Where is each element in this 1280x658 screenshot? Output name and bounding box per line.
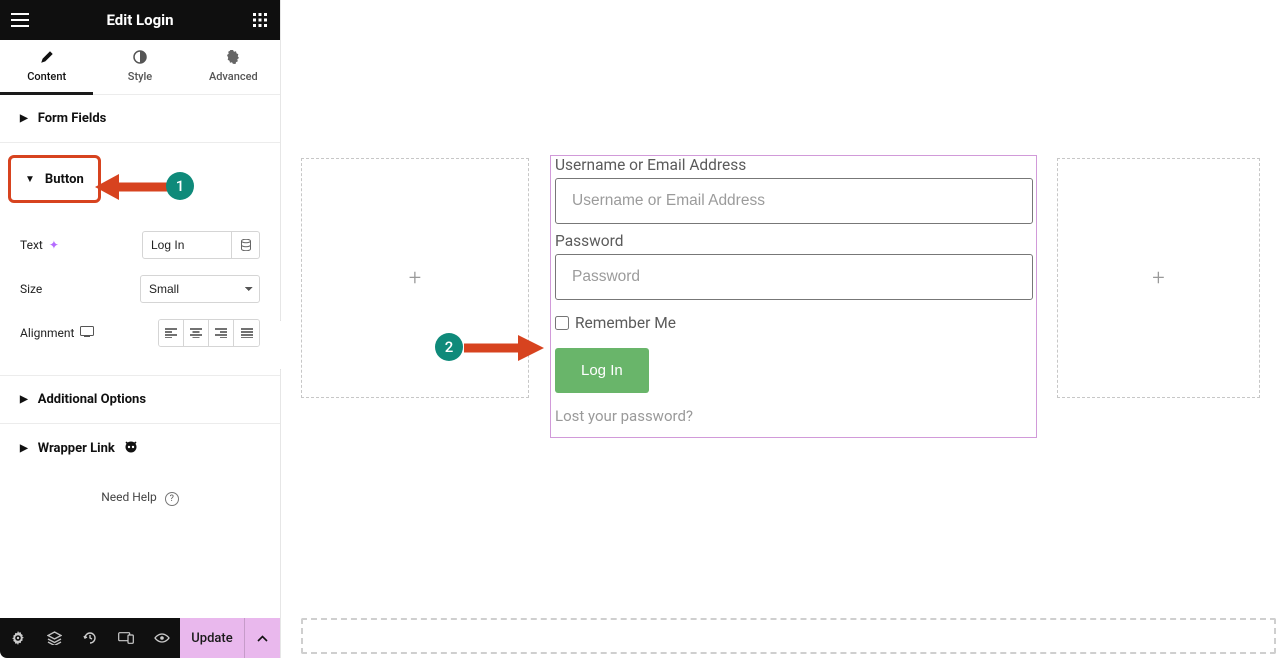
history-button[interactable]: [72, 618, 108, 658]
size-label: Size: [20, 282, 140, 296]
caret-down-icon: ▼: [25, 174, 35, 185]
lost-password-link[interactable]: Lost your password?: [555, 407, 1036, 425]
password-label: Password: [551, 232, 1036, 250]
align-center-button[interactable]: [184, 320, 209, 346]
caret-right-icon: ▶: [20, 443, 28, 454]
annotation-arrow-2: [464, 333, 544, 363]
login-form-widget[interactable]: Username or Email Address Password Remem…: [550, 155, 1037, 438]
align-left-button[interactable]: [159, 320, 184, 346]
section-button[interactable]: ▼ Button: [8, 155, 101, 203]
caret-right-icon: ▶: [20, 394, 28, 405]
menu-icon: [11, 13, 29, 27]
remember-me-checkbox[interactable]: [555, 316, 569, 330]
control-button-alignment: Alignment: [0, 311, 280, 355]
alignment-choices: [158, 319, 260, 347]
chevron-up-icon: [257, 635, 268, 642]
gear-icon: [11, 631, 25, 645]
update-options-button[interactable]: [244, 618, 280, 658]
section-wrapper-link[interactable]: ▶ Wrapper Link: [0, 424, 280, 472]
apps-icon: [253, 13, 267, 27]
layers-icon: [47, 631, 62, 645]
devices-icon: [118, 632, 134, 644]
login-button[interactable]: Log In: [555, 348, 649, 393]
widgets-panel-button[interactable]: [240, 0, 280, 40]
navigator-button[interactable]: [36, 618, 72, 658]
preview-button[interactable]: [144, 618, 180, 658]
plus-icon: [1152, 266, 1164, 291]
section-additional-options[interactable]: ▶ Additional Options: [0, 376, 280, 424]
button-size-select[interactable]: Small: [140, 275, 260, 303]
eye-icon: [154, 633, 170, 643]
tab-style[interactable]: Style: [93, 40, 186, 94]
username-input[interactable]: [555, 178, 1033, 224]
tab-advanced[interactable]: Advanced: [187, 40, 280, 94]
help-icon: ?: [165, 492, 179, 506]
alignment-label: Alignment: [20, 326, 74, 340]
align-right-button[interactable]: [209, 320, 234, 346]
monster-icon: [123, 439, 139, 457]
annotation-badge-1: 1: [166, 172, 194, 200]
history-icon: [83, 631, 97, 645]
need-help[interactable]: Need Help ?: [0, 490, 280, 506]
panel-tabs: Content Style Advanced: [0, 40, 280, 95]
remember-me[interactable]: Remember Me: [555, 314, 1036, 332]
ai-icon[interactable]: ✦: [49, 238, 59, 252]
tab-content[interactable]: Content: [0, 40, 93, 94]
caret-right-icon: ▶: [20, 113, 28, 124]
responsive-icon[interactable]: [80, 326, 94, 340]
panel-header: Edit Login: [0, 0, 280, 40]
section-form-fields[interactable]: ▶ Form Fields: [0, 95, 280, 143]
pencil-icon: [40, 50, 54, 67]
control-button-size: Size Small: [0, 267, 280, 311]
hamburger-menu-button[interactable]: [0, 0, 40, 40]
add-section-placeholder[interactable]: [301, 618, 1276, 654]
annotation-arrow-1: [95, 172, 167, 202]
plus-icon: [409, 266, 421, 291]
text-label: Text: [20, 238, 43, 252]
control-button-text: Text ✦: [0, 223, 280, 267]
editor-sidebar: Edit Login Content Style Advanced ▶: [0, 0, 281, 658]
editor-canvas: Username or Email Address Password Remem…: [281, 0, 1280, 658]
panel-footer: Update: [0, 618, 280, 658]
responsive-mode-button[interactable]: [108, 618, 144, 658]
update-button[interactable]: Update: [180, 618, 244, 658]
database-icon: [241, 239, 251, 251]
gear-icon: [226, 50, 240, 67]
contrast-icon: [133, 50, 147, 67]
align-justify-button[interactable]: [234, 320, 259, 346]
panel-title: Edit Login: [106, 11, 173, 29]
password-input[interactable]: [555, 254, 1033, 300]
empty-column-right[interactable]: [1057, 158, 1260, 398]
username-label: Username or Email Address: [551, 156, 1036, 174]
button-text-input[interactable]: [142, 231, 232, 259]
dynamic-tag-button[interactable]: [232, 231, 260, 259]
settings-button[interactable]: [0, 618, 36, 658]
annotation-badge-2: 2: [435, 333, 463, 361]
